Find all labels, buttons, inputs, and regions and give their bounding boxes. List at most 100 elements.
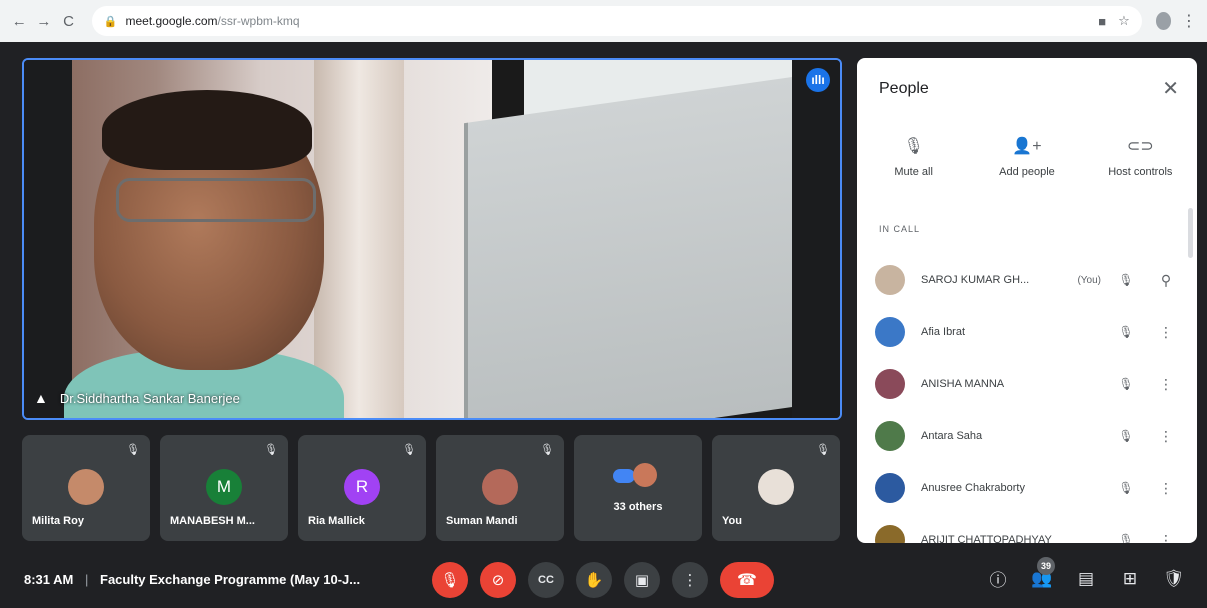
mic-off-icon[interactable]: 🎙 bbox=[1115, 481, 1137, 495]
scrollbar[interactable] bbox=[1188, 208, 1193, 258]
list-item[interactable]: ARIJIT CHATTOPADHYAY 🎙 ⋮ bbox=[857, 514, 1187, 543]
mute-all-button[interactable]: 🎙 Mute all bbox=[864, 136, 964, 178]
browser-menu-icon[interactable]: ⋮ bbox=[1181, 11, 1197, 31]
pin-icon[interactable]: ⚲ bbox=[1159, 272, 1173, 289]
participant-list: SAROJ KUMAR GH... (You) 🎙 ⚲ Afia Ibrat 🎙… bbox=[857, 254, 1187, 543]
separator: | bbox=[85, 572, 89, 587]
more-options-icon[interactable]: ⋮ bbox=[1159, 324, 1173, 341]
list-item[interactable]: ANISHA MANNA 🎙 ⋮ bbox=[857, 358, 1187, 410]
more-options-icon[interactable]: ⋮ bbox=[1159, 376, 1173, 393]
forward-icon[interactable]: → bbox=[35, 10, 54, 32]
main-video-tile[interactable]: ıllı ▲ Dr.Siddhartha Sankar Banerjee bbox=[22, 58, 842, 420]
avatar bbox=[758, 469, 794, 505]
mic-off-icon[interactable]: 🎙 bbox=[1115, 533, 1137, 543]
avatar bbox=[482, 469, 518, 505]
more-options-button[interactable]: ⋮ bbox=[672, 562, 708, 598]
avatar bbox=[875, 369, 905, 399]
more-options-icon[interactable]: ⋮ bbox=[1159, 480, 1173, 497]
toggle-icon: ⊂⊃ bbox=[1126, 138, 1154, 155]
list-item[interactable]: Antara Saha 🎙 ⋮ bbox=[857, 410, 1187, 462]
address-bar[interactable]: 🔒 meet.google.com /ssr-wpbm-kmq ■ ☆ bbox=[91, 6, 1142, 36]
people-button[interactable]: 39 👥 bbox=[1031, 556, 1055, 589]
mic-toggle-button[interactable]: 🎙 bbox=[432, 562, 468, 598]
participant-name: Antara Saha bbox=[921, 430, 983, 442]
mic-off-icon[interactable]: 🎙 bbox=[1115, 325, 1137, 339]
avatar bbox=[875, 525, 905, 543]
mic-off-icon: 🎙 bbox=[903, 138, 924, 155]
host-controls-icon[interactable]: 🛡 bbox=[1163, 569, 1185, 589]
back-icon[interactable]: ← bbox=[10, 10, 29, 32]
action-label: Add people bbox=[999, 166, 1055, 178]
activities-icon[interactable]: ⊞ bbox=[1119, 569, 1141, 589]
url-host: meet.google.com bbox=[125, 14, 218, 28]
others-count-label: 33 others bbox=[613, 501, 663, 513]
end-call-button[interactable]: ☎ bbox=[720, 562, 774, 598]
add-people-button[interactable]: 👤+ Add people bbox=[977, 136, 1077, 178]
participant-name: Anusree Chakraborty bbox=[921, 482, 1025, 494]
url-path: /ssr-wpbm-kmq bbox=[217, 14, 300, 28]
action-label: Host controls bbox=[1108, 166, 1173, 178]
lock-icon: 🔒 bbox=[103, 15, 118, 28]
meeting-info: 8:31 AM | Faculty Exchange Programme (Ma… bbox=[24, 572, 360, 587]
participant-name: MANABESH M... bbox=[170, 515, 255, 527]
panel-title: People bbox=[879, 80, 929, 97]
participant-name: ANISHA MANNA bbox=[921, 378, 1005, 390]
mic-off-icon: 🎙 bbox=[402, 444, 416, 456]
mic-off-icon: 🎙 bbox=[264, 444, 278, 456]
you-tag: (You) bbox=[1077, 274, 1101, 286]
camera-toggle-button[interactable]: ⊘ bbox=[480, 562, 516, 598]
speaking-indicator-icon: ıllı bbox=[806, 68, 830, 92]
others-tile[interactable]: 33 others bbox=[574, 435, 702, 541]
info-icon[interactable]: ⓘ bbox=[987, 566, 1009, 591]
chat-icon[interactable]: ▤ bbox=[1075, 569, 1097, 589]
participant-tile[interactable]: 🎙 Suman Mandi bbox=[436, 435, 564, 541]
meeting-title[interactable]: Faculty Exchange Programme (May 10-J... bbox=[100, 572, 360, 587]
participant-tile[interactable]: 🎙 Milita Roy bbox=[22, 435, 150, 541]
star-icon[interactable]: ☆ bbox=[1118, 13, 1130, 29]
avatar: R bbox=[344, 469, 380, 505]
reload-icon[interactable]: C bbox=[59, 10, 78, 32]
mic-off-icon: 🎙 bbox=[540, 444, 554, 456]
avatar bbox=[875, 473, 905, 503]
avatar bbox=[875, 421, 905, 451]
people-count-badge: 39 bbox=[1037, 556, 1055, 575]
camera-icon[interactable]: ■ bbox=[1098, 14, 1106, 29]
present-button[interactable]: ▣ bbox=[624, 562, 660, 598]
mic-off-icon[interactable]: 🎙 bbox=[1115, 273, 1137, 287]
call-controls: 🎙 ⊘ CC ✋ ▣ ⋮ ☎ bbox=[432, 562, 774, 598]
meeting-controls-bar: 8:31 AM | Faculty Exchange Programme (Ma… bbox=[0, 552, 1207, 608]
raise-hand-button[interactable]: ✋ bbox=[576, 562, 612, 598]
participant-name: ARIJIT CHATTOPADHYAY bbox=[921, 534, 1052, 543]
participant-name: SAROJ KUMAR GH... bbox=[921, 274, 1030, 286]
participant-name: Afia Ibrat bbox=[921, 326, 966, 338]
close-icon[interactable]: ✕ bbox=[1162, 76, 1179, 101]
list-item[interactable]: Afia Ibrat 🎙 ⋮ bbox=[857, 306, 1187, 358]
mic-off-icon[interactable]: 🎙 bbox=[1115, 377, 1137, 391]
host-controls-button[interactable]: ⊂⊃ Host controls bbox=[1090, 136, 1190, 178]
panel-actions: 🎙 Mute all 👤+ Add people ⊂⊃ Host control… bbox=[857, 136, 1197, 178]
participant-tile[interactable]: 🎙 R Ria Mallick bbox=[298, 435, 426, 541]
list-item[interactable]: Anusree Chakraborty 🎙 ⋮ bbox=[857, 462, 1187, 514]
browser-toolbar: ← → C 🔒 meet.google.com /ssr-wpbm-kmq ■ … bbox=[0, 0, 1207, 42]
participant-tile[interactable]: 🎙 M MANABESH M... bbox=[160, 435, 288, 541]
participant-name: Suman Mandi bbox=[446, 515, 518, 527]
others-avatars bbox=[613, 461, 663, 491]
mic-off-icon[interactable]: 🎙 bbox=[1115, 429, 1137, 443]
more-options-icon[interactable]: ⋮ bbox=[1159, 428, 1173, 445]
action-label: Mute all bbox=[894, 166, 933, 178]
participant-name: You bbox=[722, 515, 742, 527]
profile-avatar[interactable] bbox=[1155, 12, 1171, 30]
speaker-name: Dr.Siddhartha Sankar Banerjee bbox=[59, 390, 240, 406]
mic-off-icon: 🎙 bbox=[816, 444, 830, 456]
speaker-label: ▲ Dr.Siddhartha Sankar Banerjee bbox=[34, 390, 240, 406]
more-options-icon[interactable]: ⋮ bbox=[1159, 532, 1173, 544]
captions-button[interactable]: CC bbox=[528, 562, 564, 598]
pin-icon[interactable]: ▲ bbox=[34, 390, 48, 406]
list-item[interactable]: SAROJ KUMAR GH... (You) 🎙 ⚲ bbox=[857, 254, 1187, 306]
side-panel-controls: ⓘ 39 👥 ▤ ⊞ 🛡 bbox=[987, 556, 1185, 591]
avatar bbox=[875, 317, 905, 347]
avatar: M bbox=[206, 469, 242, 505]
self-tile[interactable]: 🎙 You bbox=[712, 435, 840, 541]
mic-off-icon: 🎙 bbox=[126, 444, 140, 456]
clock-time: 8:31 AM bbox=[24, 572, 74, 587]
